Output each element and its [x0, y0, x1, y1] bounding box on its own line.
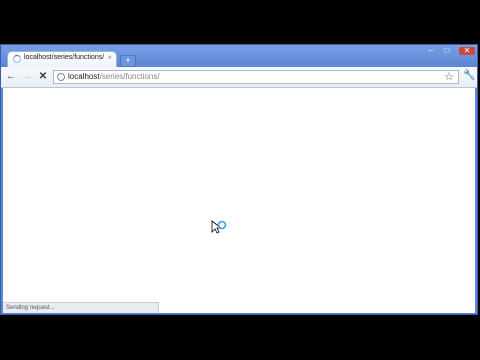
- address-path: /series/functions/: [99, 72, 160, 81]
- address-host: localhost: [68, 72, 100, 81]
- browser-window: localhost/series/functions/ × + – □ ✕ ← …: [0, 44, 478, 315]
- tab-close-button[interactable]: ×: [107, 53, 112, 62]
- busy-cursor-icon: [211, 220, 227, 234]
- minimize-button[interactable]: –: [425, 47, 437, 55]
- address-text: localhost/series/functions/: [68, 72, 160, 81]
- new-tab-button[interactable]: +: [120, 55, 136, 67]
- wrench-icon[interactable]: 🔧: [463, 70, 475, 81]
- title-bar: localhost/series/functions/ × + – □ ✕: [1, 45, 477, 67]
- back-button[interactable]: ←: [5, 71, 17, 83]
- toolbar: ← → ✕ localhost/series/functions/ ☆ 🔧: [1, 67, 477, 88]
- page-icon: [57, 73, 65, 81]
- page-content: Sending request...: [3, 88, 475, 313]
- tab-title: localhost/series/functions/: [24, 54, 105, 61]
- status-bar: Sending request...: [3, 302, 159, 313]
- star-icon[interactable]: ☆: [444, 70, 454, 83]
- tab-localhost[interactable]: localhost/series/functions/ ×: [7, 51, 117, 67]
- address-bar[interactable]: localhost/series/functions/ ☆: [53, 70, 459, 84]
- stop-button[interactable]: ✕: [37, 71, 49, 83]
- loading-spinner-icon: [13, 55, 21, 63]
- screen: { "tab": { "title": "localhost/series/fu…: [0, 0, 480, 360]
- close-window-button[interactable]: ✕: [459, 47, 475, 55]
- forward-button[interactable]: →: [21, 71, 33, 83]
- maximize-button[interactable]: □: [441, 47, 453, 55]
